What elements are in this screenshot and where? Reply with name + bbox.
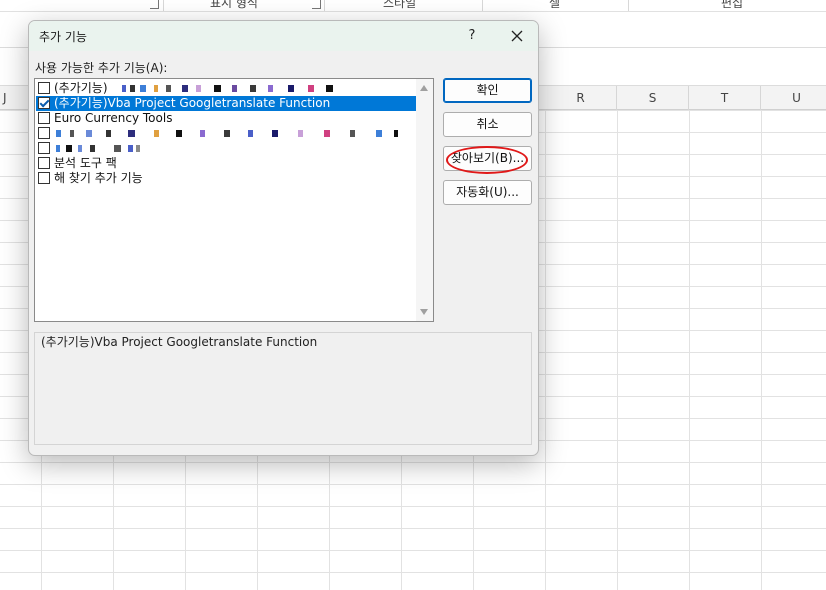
dialog-title-bar[interactable]: 추가 기능 ? xyxy=(29,21,538,51)
list-scrollbar[interactable] xyxy=(416,79,433,321)
list-item[interactable]: (추가기능) xyxy=(36,81,416,96)
add-in-checkbox[interactable] xyxy=(38,82,50,94)
add-in-checkbox[interactable] xyxy=(38,112,50,124)
ribbon-group-styles[interactable]: 스타일 xyxy=(383,0,416,11)
dialog-launcher-icon[interactable] xyxy=(150,0,159,9)
add-in-checkbox[interactable] xyxy=(38,97,50,109)
list-item[interactable]: Euro Currency Tools xyxy=(36,111,416,126)
close-button[interactable] xyxy=(501,21,533,51)
list-item[interactable]: (추가기능)Vba Project Googletranslate Functi… xyxy=(36,96,416,111)
ribbon-divider xyxy=(163,0,164,11)
ribbon-divider xyxy=(628,0,629,11)
list-item-label: 해 찾기 추가 기능 xyxy=(54,171,143,185)
available-add-ins-label: 사용 가능한 추가 기능(A): xyxy=(35,61,168,75)
ribbon-divider xyxy=(482,0,483,11)
ribbon-group-editing[interactable]: 편집 xyxy=(721,0,743,11)
scroll-down-arrow-icon[interactable] xyxy=(420,309,428,315)
column-header-s[interactable]: S xyxy=(617,86,689,110)
automation-button[interactable]: 자동화(U)... xyxy=(443,180,532,205)
close-icon xyxy=(511,30,523,42)
add-ins-listbox[interactable]: (추가기능) (추가기능)Vba Project Googletranslate… xyxy=(34,78,434,322)
ribbon-strip: 표시 형식 스타일 셀 편집 xyxy=(0,0,826,12)
add-in-checkbox[interactable] xyxy=(38,142,50,154)
column-header-r[interactable]: R xyxy=(545,86,617,110)
add-in-checkbox[interactable] xyxy=(38,172,50,184)
list-item-label: (추가기능)Vba Project Googletranslate Functi… xyxy=(54,96,331,110)
list-item-label: Euro Currency Tools xyxy=(54,111,173,125)
list-item[interactable] xyxy=(36,141,416,156)
help-button[interactable]: ? xyxy=(457,21,487,51)
list-item-label: (추가기능) xyxy=(54,81,108,95)
dialog-title: 추가 기능 xyxy=(39,30,87,44)
ribbon-group-cells[interactable]: 셀 xyxy=(549,0,560,11)
cancel-button[interactable]: 취소 xyxy=(443,112,532,137)
list-item[interactable]: 해 찾기 추가 기능 xyxy=(36,171,416,186)
add-in-checkbox[interactable] xyxy=(38,157,50,169)
add-in-description: (추가기능)Vba Project Googletranslate Functi… xyxy=(41,335,318,349)
column-header-t[interactable]: T xyxy=(689,86,761,110)
column-header-u[interactable]: U xyxy=(761,86,826,110)
ribbon-divider xyxy=(324,0,325,11)
list-item[interactable]: 분석 도구 팩 xyxy=(36,156,416,171)
ribbon-group-number-format[interactable]: 표시 형식 xyxy=(210,0,258,11)
description-panel: (추가기능)Vba Project Googletranslate Functi… xyxy=(34,332,532,445)
add-in-checkbox[interactable] xyxy=(38,127,50,139)
list-item[interactable] xyxy=(36,126,416,141)
dialog-launcher-icon[interactable] xyxy=(312,0,321,9)
ok-button[interactable]: 확인 xyxy=(443,78,532,103)
scroll-up-arrow-icon[interactable] xyxy=(420,85,428,91)
browse-button[interactable]: 찾아보기(B)... xyxy=(443,146,532,171)
add-ins-dialog: 추가 기능 ? 사용 가능한 추가 기능(A): (추가기능) (추가기능)Vb… xyxy=(28,20,539,456)
list-item-label: 분석 도구 팩 xyxy=(54,156,117,170)
